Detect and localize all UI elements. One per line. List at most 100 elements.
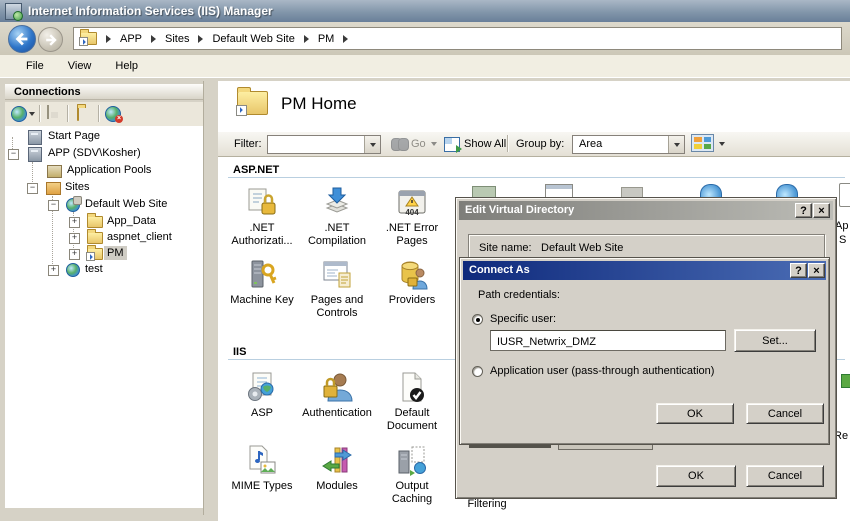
- authentication-icon: [320, 371, 354, 405]
- cancel-button[interactable]: Cancel: [746, 465, 824, 487]
- breadcrumb-item-app[interactable]: APP: [120, 33, 142, 45]
- specific-user-label[interactable]: Specific user:: [490, 313, 556, 325]
- help-button[interactable]: ?: [790, 263, 807, 278]
- feature-output-caching[interactable]: Output Caching: [374, 444, 450, 506]
- breadcrumb-item-sites[interactable]: Sites: [165, 33, 189, 45]
- tree-expander-icon[interactable]: −: [27, 183, 38, 194]
- tree-label: Start Page: [45, 129, 103, 143]
- dialog-title-bar[interactable]: Connect As: [463, 261, 826, 280]
- dialog-title-bar[interactable]: Edit Virtual Directory: [459, 201, 833, 220]
- feature-label: Providers: [374, 294, 450, 307]
- forward-arrow-icon: [43, 32, 59, 48]
- tree-label: APP (SDV\Kosher): [45, 146, 144, 160]
- partial-feature-label-filtering[interactable]: Filtering: [449, 498, 525, 511]
- tree-expander-icon[interactable]: +: [69, 217, 80, 228]
- menu-help[interactable]: Help: [105, 57, 152, 75]
- mime-types-icon: [245, 444, 279, 478]
- tree-expander-icon[interactable]: +: [69, 249, 80, 260]
- feature-modules[interactable]: Modules: [299, 444, 375, 493]
- shortcut-overlay-icon: [86, 252, 95, 261]
- net-authorization-icon: [245, 186, 279, 220]
- feature-net-compilation[interactable]: .NET Compilation: [299, 186, 375, 248]
- feature-asp[interactable]: ASP: [224, 371, 300, 420]
- tree-expander-icon[interactable]: −: [48, 200, 59, 211]
- breadcrumb-separator-icon: [198, 35, 203, 43]
- connection-dropdown-icon[interactable]: [29, 112, 35, 116]
- tree-expander-icon[interactable]: +: [69, 233, 80, 244]
- default-document-icon: [395, 371, 429, 405]
- dialog-title: Edit Virtual Directory: [465, 204, 574, 216]
- machine-key-icon: [245, 258, 279, 292]
- question-badge-icon: [73, 196, 82, 205]
- menu-file[interactable]: File: [16, 57, 58, 75]
- breadcrumb-item-pm[interactable]: PM: [318, 33, 335, 45]
- go-button[interactable]: Go: [411, 138, 426, 150]
- view-selector-icon[interactable]: [691, 134, 714, 152]
- filter-combobox[interactable]: [267, 135, 381, 154]
- save-connections-icon[interactable]: [47, 105, 49, 119]
- go-dropdown-icon[interactable]: [431, 142, 437, 146]
- shortcut-overlay-icon: [236, 105, 247, 116]
- feature-label: .NET Compilation: [299, 222, 375, 248]
- set-button[interactable]: Set...: [734, 329, 816, 352]
- breadcrumb-separator-icon: [151, 35, 156, 43]
- create-connection-icon[interactable]: [11, 106, 27, 122]
- group-by-combobox[interactable]: Area: [572, 135, 685, 154]
- close-button[interactable]: ×: [808, 263, 825, 278]
- delete-connection-icon[interactable]: ×: [105, 106, 121, 122]
- feature-label: Pages and Controls: [299, 294, 375, 320]
- feature-providers[interactable]: Providers: [374, 258, 450, 307]
- forward-button[interactable]: [38, 27, 63, 52]
- group-header-iis: IIS: [233, 346, 246, 358]
- ok-button[interactable]: OK: [656, 465, 736, 487]
- feature-mime-types[interactable]: MIME Types: [224, 444, 300, 493]
- red-x-badge-icon: ×: [115, 115, 123, 123]
- iis-manager-window: Internet Information Services (IIS) Mana…: [0, 0, 850, 521]
- feature-net-error-pages[interactable]: 404 .NET Error Pages: [374, 186, 450, 248]
- output-caching-icon: [395, 444, 429, 478]
- connections-toolbar: ×: [5, 102, 205, 127]
- web-site-globe-icon: [66, 198, 80, 212]
- back-button[interactable]: [8, 25, 36, 53]
- group-by-value: Area: [579, 138, 602, 150]
- menu-view[interactable]: View: [58, 57, 106, 75]
- feature-default-document[interactable]: Default Document: [374, 371, 450, 433]
- help-button[interactable]: ?: [795, 203, 812, 218]
- application-user-radio[interactable]: [472, 366, 483, 377]
- toolbar-separator: [98, 105, 99, 122]
- username-input[interactable]: [495, 333, 719, 350]
- feature-machine-key[interactable]: Machine Key: [224, 258, 300, 307]
- ok-button[interactable]: OK: [656, 403, 734, 424]
- feature-authentication[interactable]: Authentication: [299, 371, 375, 420]
- toolbar-separator: [67, 105, 68, 122]
- net-error-pages-icon: 404: [395, 186, 429, 220]
- show-all-icon[interactable]: [444, 137, 460, 152]
- error-404-badge: 404: [395, 208, 429, 217]
- close-button[interactable]: ×: [813, 203, 830, 218]
- partial-feature-icon: [839, 183, 850, 207]
- tree-expander-icon[interactable]: −: [8, 149, 19, 160]
- tree-expander-icon[interactable]: +: [48, 265, 59, 276]
- partial-globe-icon: [700, 184, 722, 197]
- view-dropdown-icon[interactable]: [719, 142, 725, 146]
- show-all-button[interactable]: Show All: [464, 138, 506, 150]
- virtual-directory-folder-icon: [87, 248, 103, 260]
- title-bar[interactable]: Internet Information Services (IIS) Mana…: [0, 0, 850, 22]
- feature-label: Authentication: [299, 407, 375, 420]
- feature-net-authorization[interactable]: .NET Authorizati...: [224, 186, 300, 248]
- username-textbox[interactable]: [490, 330, 726, 351]
- specific-user-radio[interactable]: [472, 314, 483, 325]
- go-binoculars-icon[interactable]: [391, 138, 407, 150]
- cancel-button[interactable]: Cancel: [746, 403, 824, 424]
- feature-pages-and-controls[interactable]: Pages and Controls: [299, 258, 375, 320]
- filter-dropdown-icon[interactable]: [364, 136, 380, 153]
- application-user-label[interactable]: Application user (pass-through authentic…: [490, 365, 714, 377]
- feature-label: Default Document: [374, 407, 450, 433]
- filter-input[interactable]: [270, 137, 366, 153]
- application-pools-icon: [47, 165, 62, 178]
- breadcrumb-item-default-web-site[interactable]: Default Web Site: [212, 33, 294, 45]
- up-level-folder-icon[interactable]: [77, 107, 79, 121]
- group-by-dropdown-icon[interactable]: [668, 136, 684, 153]
- partial-feature-icon: [545, 184, 573, 198]
- feature-label: ASP: [224, 407, 300, 420]
